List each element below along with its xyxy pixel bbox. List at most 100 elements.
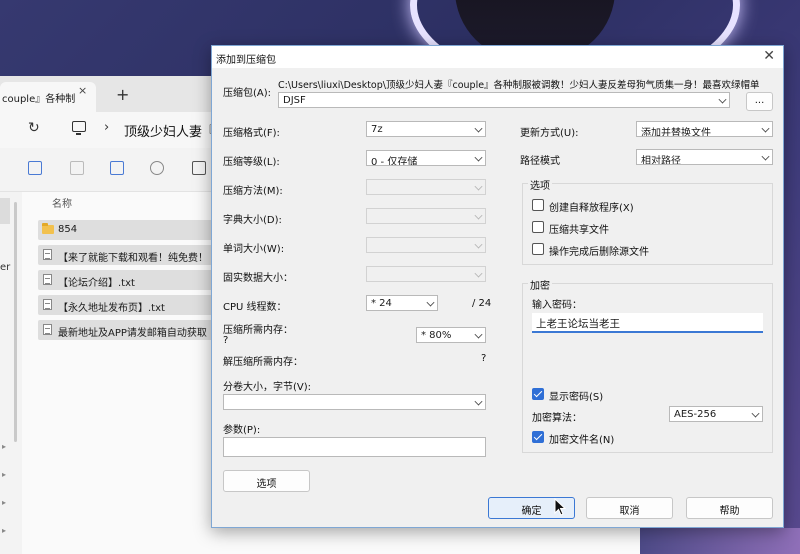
- address-breadcrumb[interactable]: 顶级少妇人妻『c: [124, 121, 222, 140]
- cancel-button[interactable]: 取消: [586, 497, 673, 519]
- update-mode-combo[interactable]: 添加并替换文件: [636, 121, 773, 137]
- method-label: 压缩方法(M):: [223, 186, 283, 197]
- show-password-checkbox[interactable]: [532, 388, 544, 400]
- sfx-checkbox[interactable]: [532, 199, 544, 211]
- encrypt-names-label[interactable]: 加密文件名(N): [549, 431, 614, 446]
- shared-files-label[interactable]: 压缩共享文件: [549, 221, 609, 236]
- chevron-down-icon: [474, 153, 483, 162]
- nav-selected-item[interactable]: [0, 198, 10, 224]
- level-label: 压缩等级(L):: [223, 157, 280, 168]
- text-file-icon: [43, 274, 52, 285]
- cpu-threads-value: * 24: [371, 298, 392, 309]
- chevron-down-icon: [474, 269, 483, 278]
- file-row[interactable]: 854: [38, 220, 238, 240]
- file-name: 【永久地址发布页】.txt: [58, 303, 165, 314]
- options-group-title: 选项: [528, 177, 552, 192]
- options-group: 选项 创建自释放程序(X) 压缩共享文件 操作完成后删除源文件: [522, 177, 773, 265]
- password-value: 上老王论坛当老王: [536, 318, 620, 330]
- delete-after-label[interactable]: 操作完成后删除源文件: [549, 243, 649, 258]
- help-button[interactable]: 帮助: [686, 497, 773, 519]
- file-row[interactable]: 最新地址及APP请发邮箱自动获取: [38, 320, 238, 340]
- chevron-down-icon: [751, 409, 760, 418]
- options-button[interactable]: 选项: [223, 470, 310, 492]
- compress-memory-value: ?: [223, 335, 229, 346]
- parameters-input[interactable]: [223, 437, 486, 457]
- password-input[interactable]: 上老王论坛当老王: [532, 313, 763, 333]
- tab-close-icon[interactable]: ×: [78, 84, 87, 97]
- encrypt-names-checkbox[interactable]: [532, 431, 544, 443]
- format-label: 压缩格式(F):: [223, 128, 280, 139]
- show-password-label[interactable]: 显示密码(S): [549, 388, 603, 403]
- format-value: 7z: [371, 124, 383, 135]
- text-file-icon: [43, 324, 52, 335]
- method-combo[interactable]: [366, 179, 486, 195]
- level-combo[interactable]: 0 - 仅存储: [366, 150, 486, 166]
- cpu-threads-label: CPU 线程数：: [223, 302, 287, 313]
- cpu-threads-combo[interactable]: * 24: [366, 295, 438, 311]
- pin-icon: ▸: [2, 470, 7, 479]
- file-row[interactable]: 【来了就能下载和观看！纯免费！: [38, 245, 238, 265]
- decompress-memory-label: 解压缩所需内存：: [223, 357, 303, 368]
- encryption-method-value: AES-256: [674, 409, 717, 420]
- chevron-down-icon: [474, 240, 483, 249]
- copy-icon[interactable]: [28, 161, 42, 175]
- refresh-icon[interactable]: ↻: [28, 120, 40, 136]
- archive-label: 压缩包(A):: [223, 88, 272, 99]
- chevron-down-icon: [474, 397, 483, 406]
- new-tab-button[interactable]: +: [116, 85, 129, 104]
- chevron-right-icon[interactable]: ›: [104, 120, 109, 135]
- tab-label: couple』各种制: [2, 94, 76, 105]
- chevron-down-icon: [474, 330, 483, 339]
- password-label: 输入密码：: [532, 300, 582, 311]
- encryption-method-combo[interactable]: AES-256: [669, 406, 763, 422]
- memory-usage-combo[interactable]: * 80%: [416, 327, 486, 343]
- encryption-method-label: 加密算法：: [532, 413, 582, 424]
- chevron-down-icon: [474, 124, 483, 133]
- format-combo[interactable]: 7z: [366, 121, 486, 137]
- file-row[interactable]: 【论坛介绍】.txt: [38, 270, 238, 290]
- share-icon[interactable]: [150, 161, 164, 175]
- chevron-down-icon: [718, 95, 727, 104]
- word-size-label: 单词大小(W):: [223, 244, 285, 255]
- browse-button[interactable]: ...: [746, 92, 773, 111]
- decompress-memory-value: ?: [481, 353, 487, 364]
- file-name: 最新地址及APP请发邮箱自动获取: [58, 328, 207, 339]
- cpu-threads-total: / 24: [472, 298, 492, 309]
- level-value: 0 - 仅存储: [371, 157, 418, 166]
- split-volume-combo[interactable]: [223, 394, 486, 410]
- shared-files-checkbox[interactable]: [532, 221, 544, 233]
- delete-after-checkbox[interactable]: [532, 243, 544, 255]
- this-pc-icon[interactable]: [72, 121, 86, 135]
- encryption-group: 加密 输入密码： 上老王论坛当老王 显示密码(S) 加密算法： AES-256 …: [522, 277, 773, 453]
- folder-icon: [42, 223, 54, 234]
- file-row[interactable]: 【永久地址发布页】.txt: [38, 295, 238, 315]
- sfx-label[interactable]: 创建自释放程序(X): [549, 199, 634, 214]
- pin-icon: ▸: [2, 498, 7, 507]
- dictionary-label: 字典大小(D):: [223, 215, 282, 226]
- nav-scrollbar[interactable]: [14, 202, 17, 442]
- path-mode-combo[interactable]: 相对路径: [636, 149, 773, 165]
- wallpaper-strip: [640, 528, 800, 554]
- close-icon[interactable]: ✕: [763, 48, 775, 64]
- nav-item-label[interactable]: er: [0, 262, 10, 273]
- add-to-archive-dialog: 添加到压缩包 ✕ 压缩包(A): C:\Users\liuxi\Desktop\…: [211, 45, 784, 528]
- archive-name-combo[interactable]: DJSF: [278, 92, 730, 108]
- path-mode-value: 相对路径: [641, 156, 681, 165]
- compress-memory-label: 压缩所需内存：: [223, 325, 293, 336]
- dialog-title: 添加到压缩包: [216, 55, 276, 66]
- solid-size-combo[interactable]: [366, 266, 486, 282]
- dialog-title-bar[interactable]: 添加到压缩包 ✕: [212, 46, 783, 68]
- dictionary-combo[interactable]: [366, 208, 486, 224]
- rename-icon[interactable]: [110, 161, 124, 175]
- word-size-combo[interactable]: [366, 237, 486, 253]
- archive-name-value: DJSF: [283, 95, 306, 106]
- pin-icon: ▸: [2, 526, 7, 535]
- delete-icon[interactable]: [192, 161, 206, 175]
- chevron-down-icon: [474, 211, 483, 220]
- column-header-name[interactable]: 名称: [52, 195, 72, 210]
- text-file-icon: [43, 299, 52, 310]
- file-name: 854: [58, 224, 78, 235]
- archive-path: C:\Users\liuxi\Desktop\顶级少妇人妻『couple』各种制…: [278, 80, 760, 91]
- pin-icon: ▸: [2, 442, 7, 451]
- paste-icon[interactable]: [70, 161, 84, 175]
